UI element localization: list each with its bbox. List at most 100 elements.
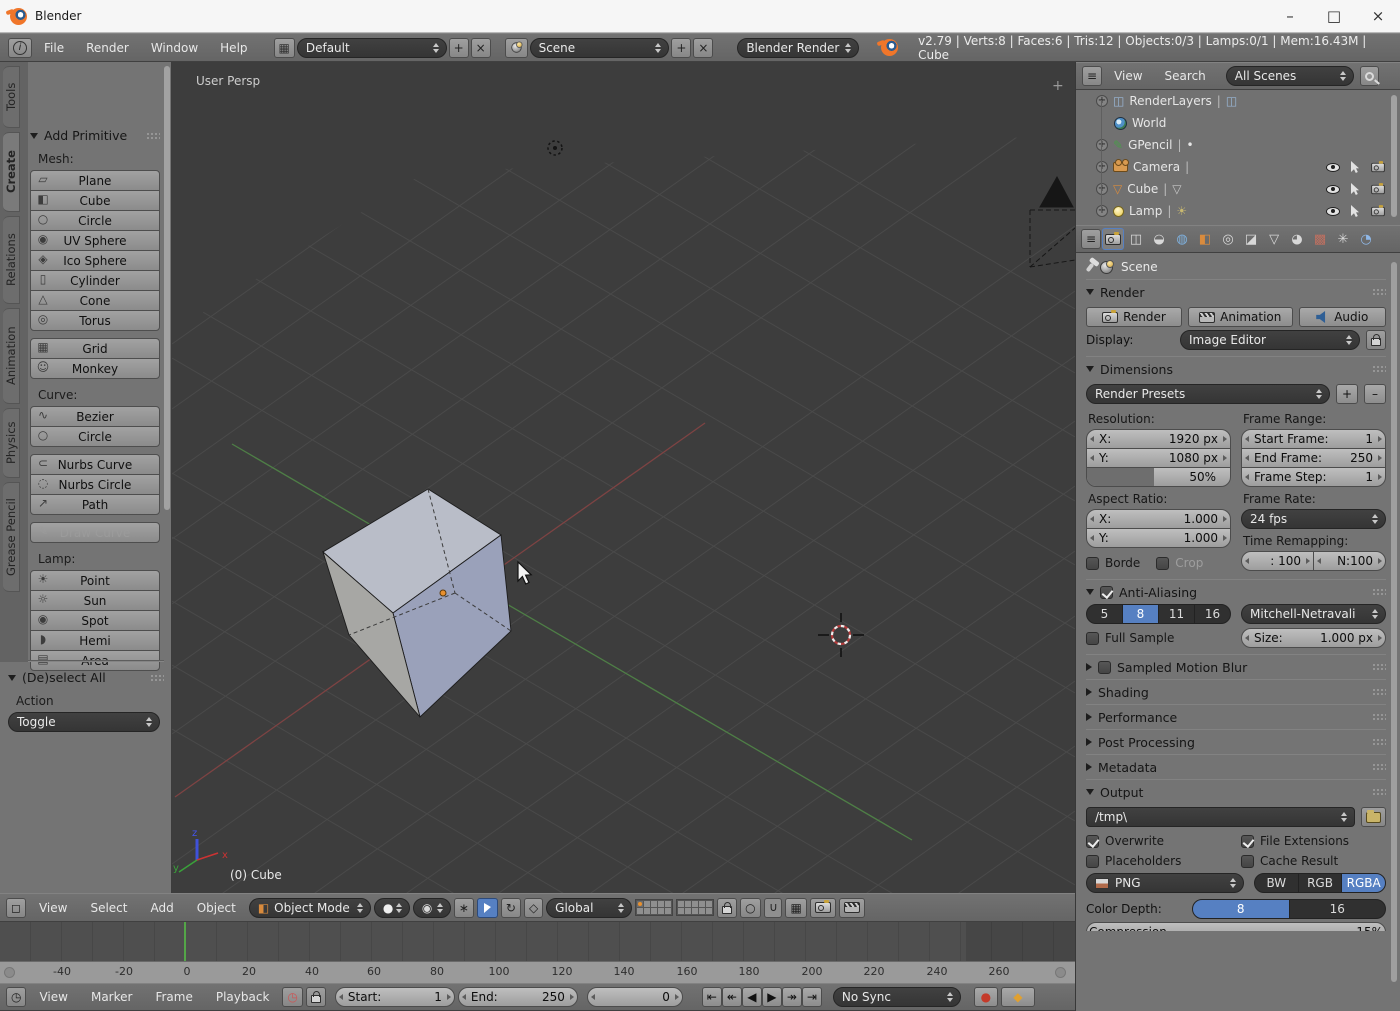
overwrite-checkbox[interactable]: [1086, 834, 1099, 848]
panel-header-render[interactable]: Render: [1086, 279, 1386, 304]
tab-render[interactable]: [1102, 228, 1125, 250]
draw-curve-button[interactable]: ✎ Draw Curve: [30, 522, 160, 543]
add-plane-button[interactable]: ▱ Plane: [30, 170, 160, 191]
lock-frame-toggle[interactable]: [305, 987, 326, 1007]
outliner-row-gpencil[interactable]: + ✎ GPencil •: [1076, 134, 1400, 156]
item-name[interactable]: World: [1132, 116, 1166, 130]
tab-constraints[interactable]: ◎: [1217, 228, 1239, 250]
tab-physics[interactable]: ◔: [1355, 228, 1377, 250]
render-animation-button[interactable]: Animation: [1188, 307, 1293, 327]
manipulator-scale-toggle[interactable]: ◇: [523, 897, 544, 918]
anti-aliasing-checkbox[interactable]: [1100, 585, 1113, 599]
renderability-camera-icon[interactable]: [1371, 204, 1385, 216]
timeline-playhead[interactable]: [184, 922, 186, 961]
tab-render-layers[interactable]: ◫: [1125, 228, 1147, 250]
timeline-menu-marker[interactable]: Marker: [81, 990, 142, 1004]
aa-samples-5[interactable]: 5: [1087, 605, 1123, 623]
panel-drag-dots-icon[interactable]: [1372, 738, 1386, 746]
aa-filter-dropdown[interactable]: Mitchell-Netravali: [1241, 604, 1386, 624]
outliner-row-world[interactable]: World: [1076, 112, 1400, 134]
display-dropdown[interactable]: Image Editor: [1180, 330, 1360, 350]
pivot-point-dropdown[interactable]: ◉: [412, 897, 451, 918]
add-torus-button[interactable]: ◎ Torus: [30, 310, 160, 331]
compression-slider[interactable]: Compression 15%: [1086, 922, 1386, 931]
add-hemi-lamp-button[interactable]: ◗ Hemi: [30, 630, 160, 651]
placeholders-checkbox[interactable]: [1086, 854, 1099, 868]
border-checkbox[interactable]: [1086, 556, 1099, 570]
tab-particles[interactable]: ✳: [1332, 228, 1354, 250]
visibility-eye-icon[interactable]: [1326, 184, 1340, 194]
add-curve-circle-button[interactable]: ○ Circle: [30, 426, 160, 447]
start-frame-field[interactable]: Start: 1: [334, 987, 455, 1007]
current-frame-field[interactable]: 0: [586, 987, 683, 1007]
outliner-row-camera[interactable]: + Camera: [1076, 156, 1400, 178]
add-nurbs-circle-button[interactable]: ◌ Nurbs Circle: [30, 474, 160, 495]
start-frame-field[interactable]: Start Frame: 1: [1241, 429, 1386, 449]
remove-scene-button[interactable]: ×: [693, 37, 714, 58]
output-path-field[interactable]: /tmp\: [1086, 807, 1355, 827]
outliner-search-button[interactable]: [1359, 66, 1379, 86]
add-monkey-button[interactable]: ☺ Monkey: [30, 358, 160, 379]
aa-size-field[interactable]: Size: 1.000 px: [1241, 628, 1386, 648]
layers-widget-right[interactable]: [676, 899, 715, 916]
aa-samples-16[interactable]: 16: [1195, 605, 1230, 623]
expand-icon[interactable]: +: [1096, 139, 1108, 151]
selectability-pointer-icon[interactable]: [1350, 204, 1360, 218]
selectability-pointer-icon[interactable]: [1350, 160, 1360, 174]
outliner-menu-search[interactable]: Search: [1155, 69, 1216, 83]
snap-element-dropdown[interactable]: ▦: [785, 897, 807, 918]
proportional-edit-toggle[interactable]: ○: [740, 897, 761, 918]
tab-tools[interactable]: Tools: [3, 66, 20, 128]
increment-arrow-icon[interactable]: [567, 993, 577, 1002]
render-audio-button[interactable]: Audio: [1298, 307, 1386, 327]
close-button[interactable]: ×: [1356, 1, 1400, 31]
aspect-y-field[interactable]: Y: 1.000: [1086, 528, 1231, 548]
panel-header-post-processing[interactable]: Post Processing: [1086, 729, 1386, 754]
tab-scene[interactable]: ◒: [1148, 228, 1170, 250]
ruler-right-handle[interactable]: [1055, 967, 1066, 978]
item-name[interactable]: GPencil: [1128, 138, 1172, 152]
layers-widget-left[interactable]: [635, 899, 674, 916]
menu-render[interactable]: Render: [76, 41, 139, 55]
jump-to-start-button[interactable]: ⇤: [701, 987, 722, 1007]
properties-editor-selector[interactable]: ≡: [1081, 229, 1102, 249]
viewport-menu-select[interactable]: Select: [80, 901, 137, 915]
depth-16[interactable]: 16: [1290, 900, 1386, 918]
menu-file[interactable]: File: [34, 41, 74, 55]
cache-result-checkbox[interactable]: [1241, 854, 1254, 868]
tool-shelf-scrollbar[interactable]: [164, 66, 170, 510]
aspect-x-field[interactable]: X: 1.000: [1086, 509, 1231, 529]
expand-icon[interactable]: +: [1096, 161, 1108, 173]
end-frame-field[interactable]: End Frame: 250: [1241, 448, 1386, 468]
sync-dropdown[interactable]: No Sync: [832, 987, 961, 1007]
item-name[interactable]: RenderLayers: [1129, 94, 1211, 108]
play-reverse-button[interactable]: ◀: [741, 987, 762, 1007]
outliner-scrollbar[interactable]: [1391, 95, 1397, 217]
previous-keyframe-button[interactable]: ↞: [721, 987, 742, 1007]
visibility-eye-icon[interactable]: [1326, 162, 1340, 172]
decrement-arrow-icon[interactable]: [588, 993, 598, 1002]
screen-layout-icon-button[interactable]: ▦: [273, 37, 295, 58]
outliner-menu-view[interactable]: View: [1104, 69, 1152, 83]
tab-animation[interactable]: Animation: [3, 308, 20, 404]
panel-header-deselect-all[interactable]: (De)select All: [8, 670, 164, 685]
tab-texture[interactable]: ▩: [1309, 228, 1331, 250]
add-circle-button[interactable]: ○ Circle: [30, 210, 160, 231]
lock-to-scene-toggle[interactable]: [717, 897, 738, 918]
remove-layout-button[interactable]: ×: [470, 37, 491, 58]
panel-drag-dots-icon[interactable]: [150, 673, 164, 682]
renderability-camera-icon[interactable]: [1371, 160, 1385, 172]
add-sun-lamp-button[interactable]: ☼ Sun: [30, 590, 160, 611]
panel-header-add-primitive[interactable]: Add Primitive: [30, 128, 160, 143]
tab-relations[interactable]: Relations: [3, 216, 20, 304]
timeline-menu-frame[interactable]: Frame: [145, 990, 202, 1004]
crop-checkbox[interactable]: [1156, 556, 1170, 570]
outliner-row-renderlayers[interactable]: + ◫ RenderLayers ◫: [1076, 90, 1400, 112]
file-format-dropdown[interactable]: PNG: [1086, 873, 1244, 893]
properties-scrollbar[interactable]: [1391, 262, 1397, 982]
transform-orientation-dropdown[interactable]: Global: [546, 897, 633, 918]
add-cube-button[interactable]: ◧ Cube: [30, 190, 160, 211]
screen-layout-dropdown[interactable]: Default: [296, 37, 447, 58]
minimize-button[interactable]: –: [1268, 1, 1312, 31]
action-dropdown[interactable]: Toggle: [8, 712, 160, 732]
